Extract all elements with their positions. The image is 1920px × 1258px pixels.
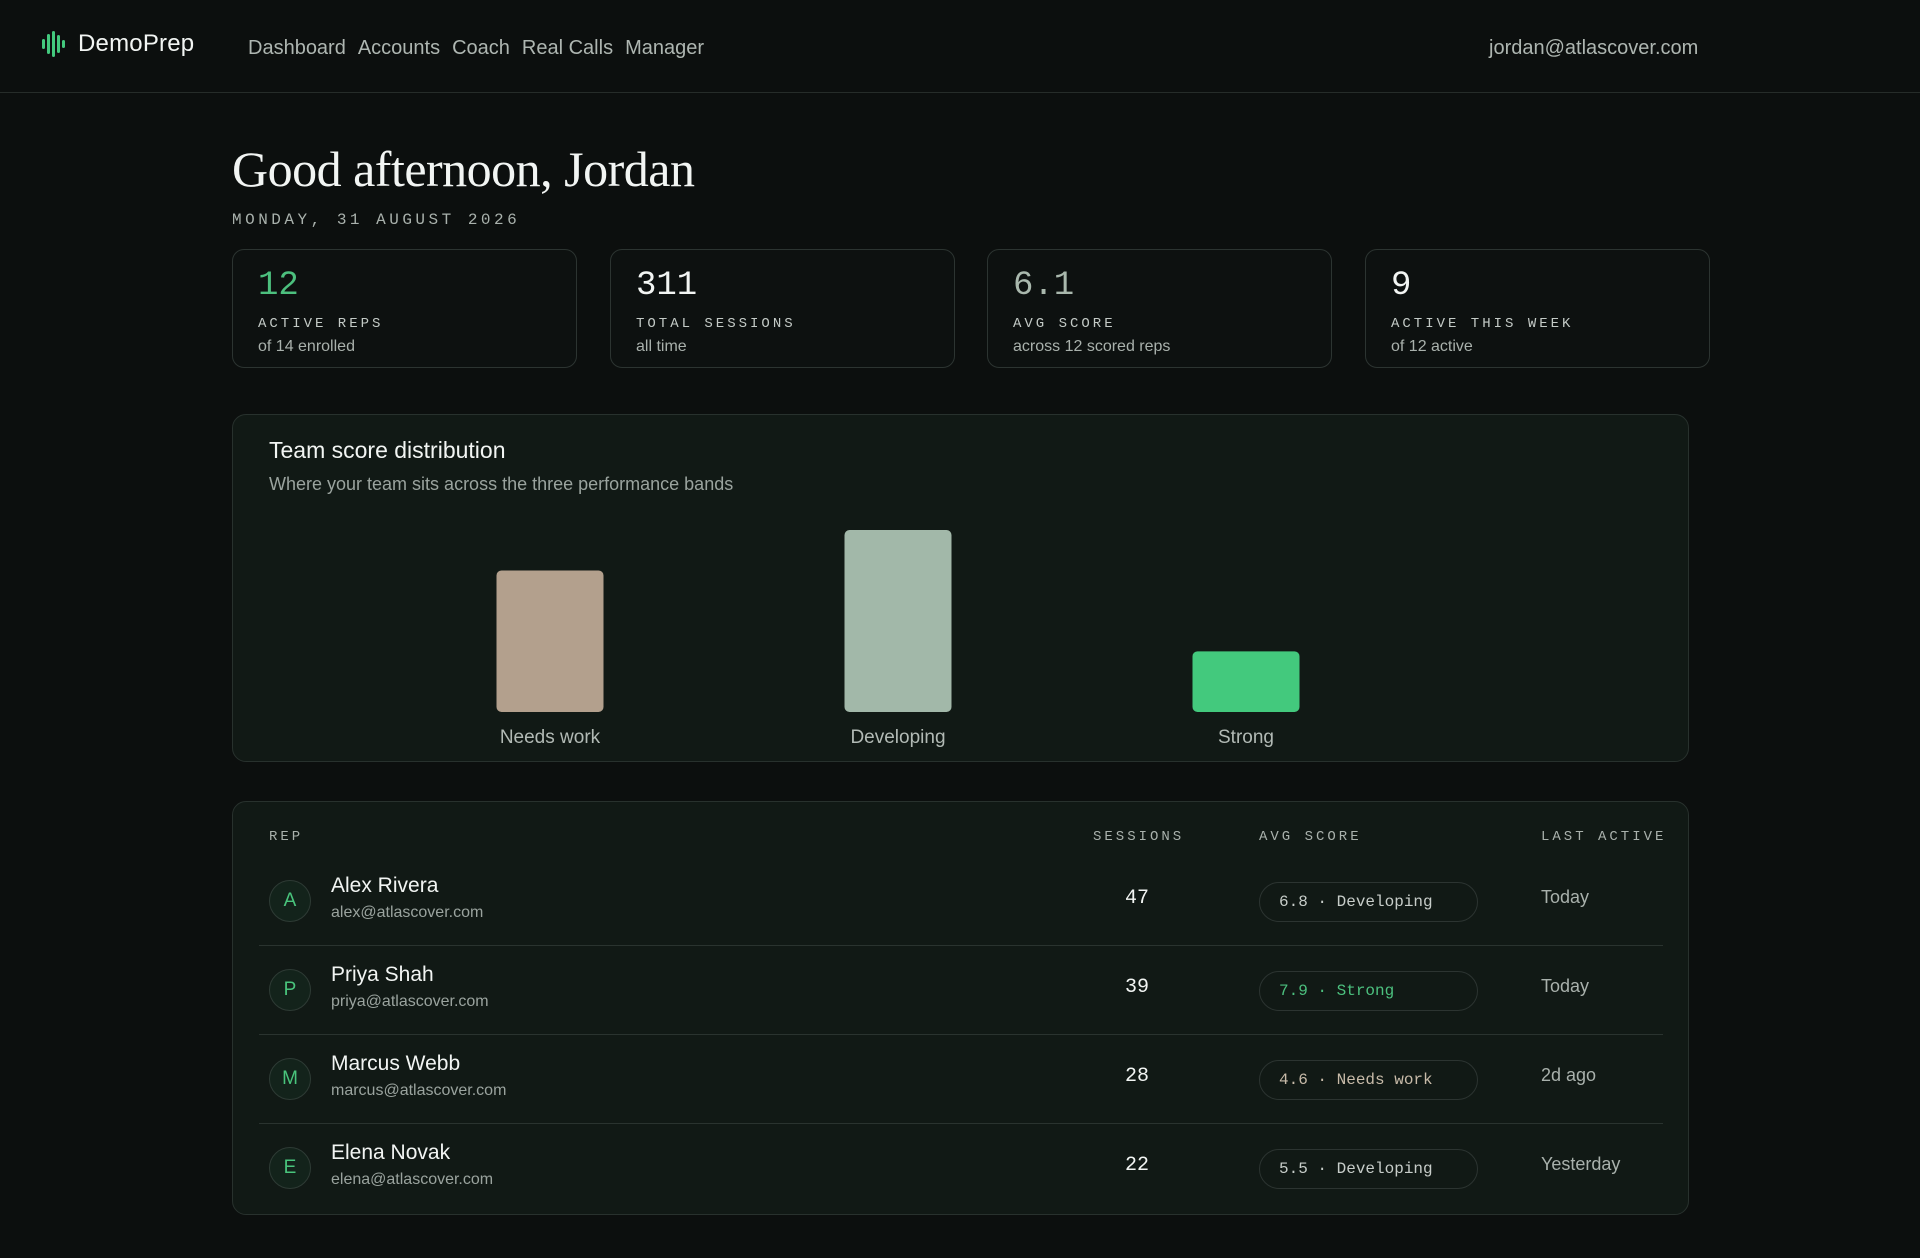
- stat-label: AVG SCORE: [1013, 316, 1116, 332]
- last-active: Yesterday: [1541, 1154, 1621, 1174]
- rep-name: Alex Rivera: [331, 874, 439, 897]
- rep-email: alex@atlascover.com: [331, 904, 484, 921]
- bar-label-needs-work: Needs work: [500, 727, 601, 748]
- top-nav-bar: DemoPrep Dashboard Accounts Coach Real C…: [0, 0, 1920, 93]
- stat-value: 12: [258, 267, 299, 305]
- nav-item-dashboard[interactable]: Dashboard: [248, 37, 346, 60]
- brand[interactable]: DemoPrep: [42, 30, 194, 58]
- score-badge: 7.9 · Strong: [1259, 971, 1478, 1011]
- stat-card-avg-score: 6.1 AVG SCORE across 12 scored reps: [987, 249, 1332, 368]
- bar-label-developing: Developing: [850, 727, 945, 748]
- column-header-rep[interactable]: REP: [269, 829, 303, 845]
- avatar: A: [269, 880, 311, 922]
- stat-label: ACTIVE REPS: [258, 316, 384, 332]
- nav-item-manager[interactable]: Manager: [625, 37, 704, 60]
- column-header-avg-score[interactable]: AVG SCORE: [1259, 829, 1362, 845]
- waveform-logo-icon: [42, 31, 65, 57]
- stat-value: 6.1: [1013, 267, 1075, 305]
- score-badge: 6.8 · Developing: [1259, 882, 1478, 922]
- rep-name: Priya Shah: [331, 963, 434, 986]
- avatar: P: [269, 969, 311, 1011]
- stat-value: 9: [1391, 267, 1412, 305]
- nav-item-accounts[interactable]: Accounts: [358, 37, 440, 60]
- brand-name: DemoPrep: [78, 30, 195, 57]
- table-row[interactable]: A Alex Rivera alex@atlascover.com 47 6.8…: [259, 857, 1663, 946]
- stat-subtext: all time: [636, 338, 687, 355]
- score-badge: 4.6 · Needs work: [1259, 1060, 1478, 1100]
- stat-label: TOTAL SESSIONS: [636, 316, 796, 332]
- table-row[interactable]: M Marcus Webb marcus@atlascover.com 28 4…: [259, 1035, 1663, 1124]
- last-active: Today: [1541, 976, 1590, 996]
- stat-label: ACTIVE THIS WEEK: [1391, 316, 1574, 332]
- current-date: MONDAY, 31 AUGUST 2026: [232, 211, 521, 229]
- last-active: Today: [1541, 887, 1590, 907]
- stat-subtext: across 12 scored reps: [1013, 338, 1171, 355]
- score-badge: 5.5 · Developing: [1259, 1149, 1478, 1189]
- session-count: 28: [1125, 1065, 1150, 1088]
- bar-developing: [844, 530, 952, 712]
- stat-subtext: of 12 active: [1391, 338, 1473, 355]
- avatar: E: [269, 1147, 311, 1189]
- session-count: 47: [1125, 887, 1150, 910]
- stat-card-active-reps: 12 ACTIVE REPS of 14 enrolled: [232, 249, 577, 368]
- page-title: Good afternoon, Jordan: [232, 141, 695, 197]
- rep-name: Elena Novak: [331, 1141, 451, 1164]
- rep-name: Marcus Webb: [331, 1052, 461, 1075]
- column-header-sessions[interactable]: SESSIONS: [1093, 829, 1184, 845]
- bar-needs-work: [496, 570, 604, 712]
- rep-email: elena@atlascover.com: [331, 1171, 494, 1188]
- stat-card-active-this-week: 9 ACTIVE THIS WEEK of 12 active: [1365, 249, 1710, 368]
- reps-table: REP SESSIONS AVG SCORE LAST ACTIVE A Ale…: [232, 801, 1689, 1215]
- bar-strong: [1192, 651, 1300, 712]
- nav-item-coach[interactable]: Coach: [452, 37, 510, 60]
- avatar: M: [269, 1058, 311, 1100]
- stat-card-total-sessions: 311 TOTAL SESSIONS all time: [610, 249, 955, 368]
- score-distribution-chart: Needs work Developing Strong: [496, 530, 1300, 748]
- rep-email: marcus@atlascover.com: [331, 1082, 507, 1099]
- session-count: 22: [1125, 1154, 1150, 1177]
- column-header-last-active[interactable]: LAST ACTIVE: [1541, 829, 1666, 845]
- user-email-menu[interactable]: jordan@atlascover.com: [1489, 37, 1698, 60]
- table-row[interactable]: P Priya Shah priya@atlascover.com 39 7.9…: [259, 946, 1663, 1035]
- main-nav: Dashboard Accounts Coach Real Calls Mana…: [248, 37, 704, 60]
- stat-value: 311: [636, 267, 698, 305]
- last-active: 2d ago: [1541, 1065, 1597, 1085]
- session-count: 39: [1125, 976, 1150, 999]
- bar-label-strong: Strong: [1218, 727, 1274, 748]
- rep-email: priya@atlascover.com: [331, 993, 489, 1010]
- nav-item-real-calls[interactable]: Real Calls: [522, 37, 613, 60]
- stat-subtext: of 14 enrolled: [258, 338, 355, 355]
- table-row[interactable]: E Elena Novak elena@atlascover.com 22 5.…: [259, 1124, 1663, 1213]
- score-distribution-panel: Team score distribution Where your team …: [232, 414, 1689, 762]
